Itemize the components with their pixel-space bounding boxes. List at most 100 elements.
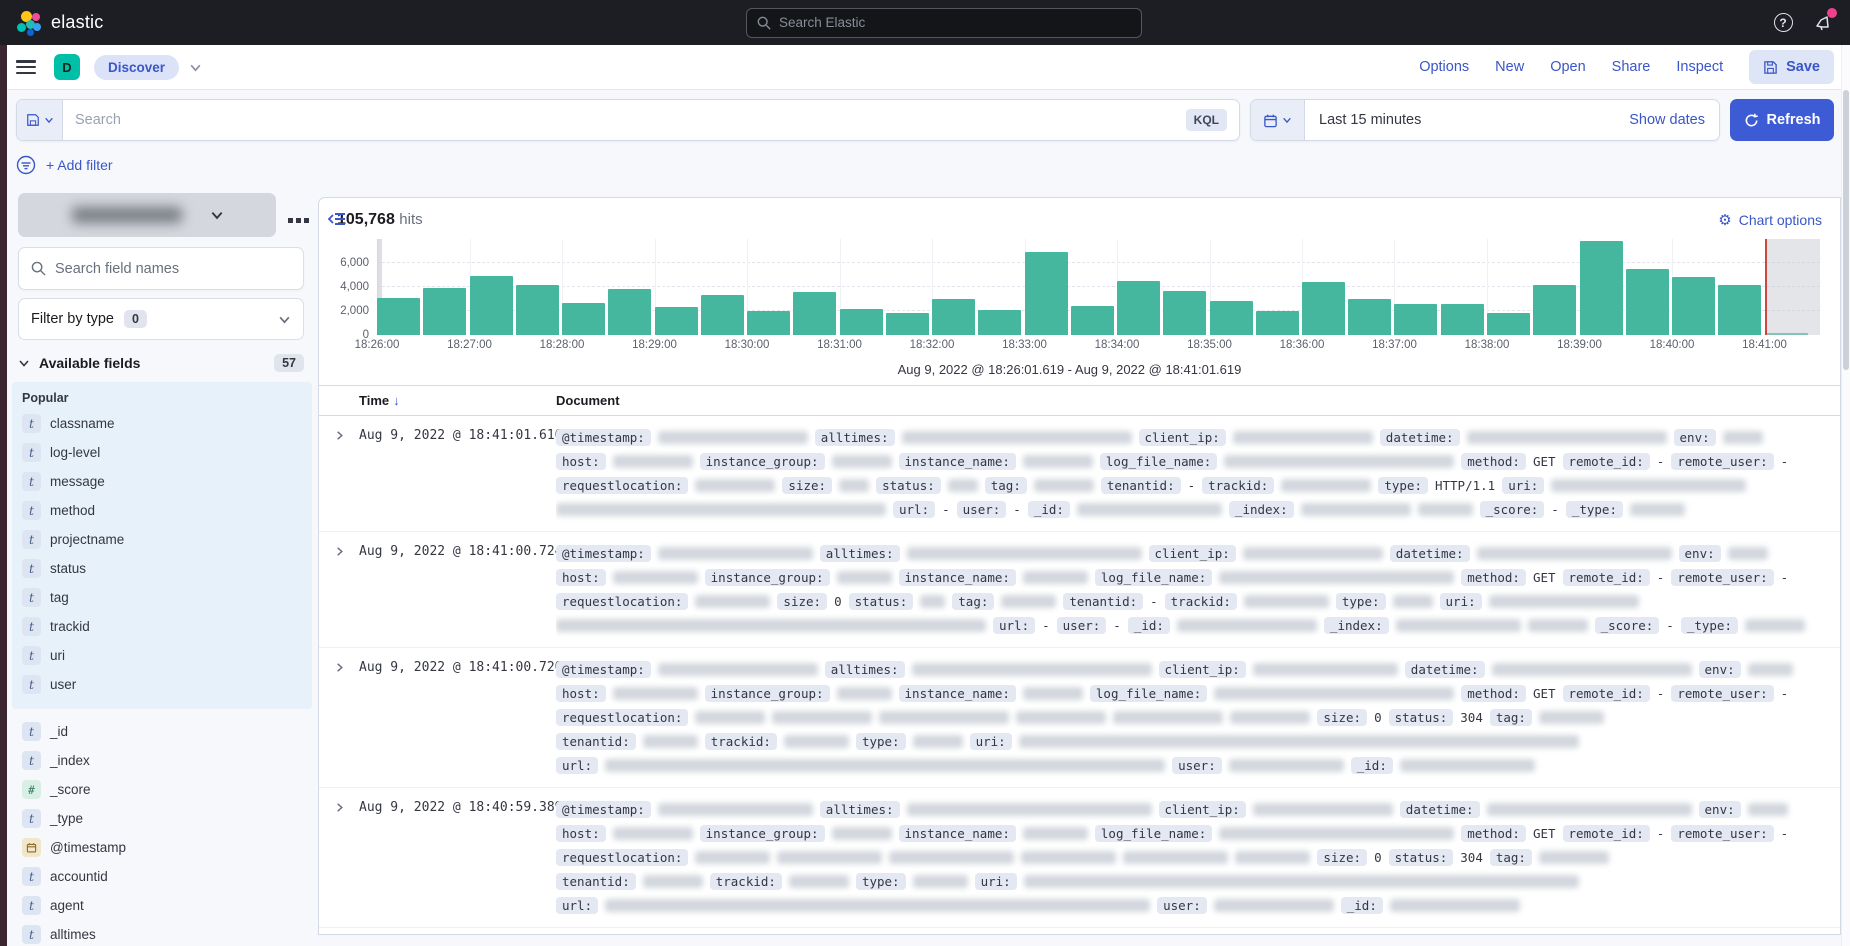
histogram-bar-18:28:30[interactable] [608,289,651,335]
field-item-uri[interactable]: turi [18,641,306,670]
inspect-link[interactable]: Inspect [1676,59,1723,75]
add-filter-button[interactable]: + Add filter [46,157,113,173]
field-item-@timestamp[interactable]: @timestamp [18,833,304,862]
chart-options-button[interactable]: ⚙ Chart options [1718,211,1822,229]
global-search-input[interactable]: Search Elastic [746,8,1142,38]
histogram-bar-18:29:00[interactable] [655,307,698,335]
field-search-input[interactable]: Search field names [18,247,304,290]
histogram-bar-18:36:30[interactable] [1348,299,1391,335]
expand-row-button[interactable] [319,541,359,637]
collapse-sidebar-icon[interactable] [328,211,346,227]
histogram-bar-18:40:00[interactable] [1672,277,1715,335]
field-item-message[interactable]: tmessage [18,467,306,496]
histogram-bar-18:38:30[interactable] [1533,285,1576,335]
histogram-bar-18:38:00[interactable] [1487,313,1530,335]
save-button[interactable]: Save [1749,50,1834,84]
histogram-bar-18:27:30[interactable] [516,285,559,335]
histogram-bar-18:30:30[interactable] [793,292,836,335]
news-button[interactable] [1812,12,1834,34]
text-field-icon: t [22,559,41,578]
field-item-agent[interactable]: tagent [18,891,304,920]
field-item-user[interactable]: tuser [18,670,306,699]
field-badge-tenantid: tenantid: [1101,477,1181,494]
histogram-bar-18:40:30[interactable] [1718,285,1761,335]
histogram-bar-18:26:30[interactable] [423,288,466,335]
open-link[interactable]: Open [1550,59,1585,75]
redacted-value [1539,711,1604,724]
field-list-options-icon[interactable] [288,210,312,228]
field-badge-status: status: [1389,709,1454,726]
expand-row-button[interactable] [319,797,359,917]
menu-button[interactable] [16,60,36,74]
help-button[interactable]: ? [1772,12,1794,34]
saved-query-menu-button[interactable] [17,100,63,140]
histogram-chart[interactable]: 02,0004,0006,000 18:26:0018:27:0018:28:0… [319,235,1840,385]
histogram-bar-18:37:00[interactable] [1394,304,1437,335]
histogram-bar-18:33:30[interactable] [1071,306,1114,335]
new-link[interactable]: New [1495,59,1524,75]
field-badge-method: method: [1461,453,1526,470]
field-value: - [1781,570,1789,585]
field-badge-_index: _index: [1229,501,1294,518]
field-item-projectname[interactable]: tprojectname [18,525,306,554]
field-item-_score[interactable]: #_score [18,775,304,804]
breadcrumb-discover[interactable]: Discover [94,55,179,80]
show-dates-button[interactable]: Show dates [1615,100,1719,140]
field-badge-env: env: [1699,661,1741,678]
histogram-bar-18:33:00[interactable] [1025,252,1068,335]
window-scrollbar[interactable] [1841,45,1850,946]
options-link[interactable]: Options [1419,59,1469,75]
scrollbar-thumb[interactable] [1843,90,1849,370]
field-item-method[interactable]: tmethod [18,496,306,525]
kql-query-input[interactable]: Search KQL [63,100,1239,140]
field-value: - [1013,502,1021,517]
histogram-bar-18:31:00[interactable] [840,309,883,335]
histogram-bar-18:30:00[interactable] [747,311,790,335]
time-column-header[interactable]: Time ↓ [319,393,556,408]
histogram-bar-18:36:00[interactable] [1302,282,1345,335]
filter-by-type-select[interactable]: Filter by type 0 [18,298,304,340]
field-item-tag[interactable]: ttag [18,583,306,612]
elastic-logo[interactable]: elastic [16,10,103,36]
histogram-bar-18:31:30[interactable] [886,313,929,335]
field-item-_type[interactable]: t_type [18,804,304,833]
breadcrumb-chevron-icon[interactable] [189,61,202,74]
expand-row-button[interactable] [319,425,359,521]
redacted-value [556,619,986,632]
data-view-selector[interactable] [18,193,276,237]
histogram-bar-18:35:00[interactable] [1210,301,1253,335]
field-item-alltimes[interactable]: talltimes [18,920,304,946]
space-avatar[interactable]: D [54,54,80,80]
histogram-bar-18:35:30[interactable] [1256,311,1299,335]
histogram-bar-18:39:00[interactable] [1580,241,1623,335]
field-item-trackid[interactable]: ttrackid [18,612,306,641]
field-name: classname [50,416,115,431]
histogram-bar-18:32:30[interactable] [978,310,1021,335]
field-item-log-level[interactable]: tlog-level [18,438,306,467]
histogram-bar-18:34:00[interactable] [1117,281,1160,335]
date-quick-menu-button[interactable] [1251,100,1305,140]
row-document: @timestamp:alltimes:client_ip:datetime:e… [556,797,1840,917]
histogram-bar-18:29:30[interactable] [701,295,744,335]
histogram-bar-18:32:00[interactable] [932,299,975,335]
kql-language-button[interactable]: KQL [1186,109,1227,131]
refresh-button[interactable]: Refresh [1730,99,1834,141]
filter-icon[interactable] [16,155,36,175]
histogram-bar-18:26:00[interactable] [377,298,420,335]
histogram-bar-18:39:30[interactable] [1626,269,1669,335]
histogram-bar-18:34:30[interactable] [1163,291,1206,335]
available-fields-header[interactable]: Available fields 57 [18,354,304,372]
expand-row-button[interactable] [319,657,359,777]
field-item-_id[interactable]: t_id [18,717,304,746]
field-item-_index[interactable]: t_index [18,746,304,775]
field-item-accountid[interactable]: taccountid [18,862,304,891]
histogram-bar-18:37:30[interactable] [1441,304,1484,335]
redacted-value [658,431,808,444]
field-item-status[interactable]: tstatus [18,554,306,583]
time-range-value[interactable]: Last 15 minutes [1305,100,1615,140]
histogram-bar-18:28:00[interactable] [562,303,605,335]
field-badge-host: host: [556,825,606,842]
histogram-bar-18:27:00[interactable] [470,276,513,335]
share-link[interactable]: Share [1612,59,1651,75]
field-item-classname[interactable]: tclassname [18,409,306,438]
